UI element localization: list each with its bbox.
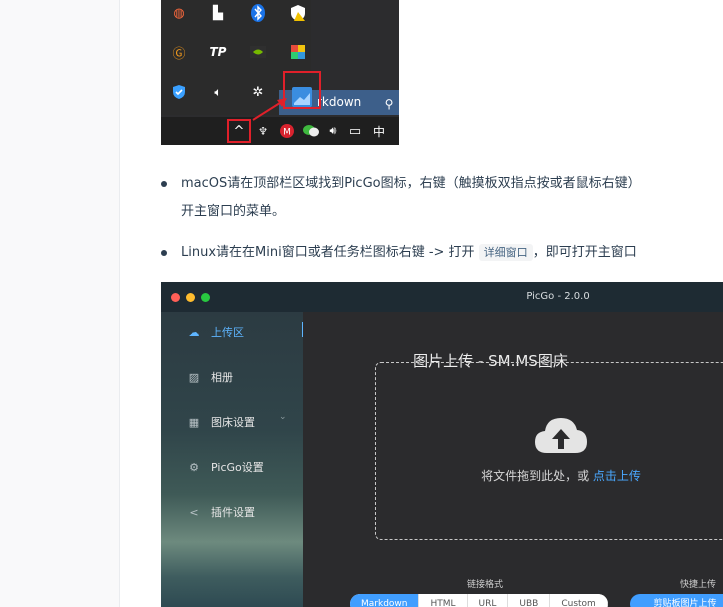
gear-icon: ⚙ (189, 460, 199, 474)
link-format-label: 链接格式 (467, 580, 504, 590)
menu-picgo-settings[interactable]: ⚙ PicGo设置 (187, 459, 264, 475)
window-title: PicGo - 2.0.0 (526, 291, 590, 302)
format-custom[interactable]: Custom (550, 594, 608, 607)
link-format-group: Markdown HTML URL UBB Custom (350, 594, 608, 607)
picgo-window: PicGo - 2.0.0 ☁ 上传区 ▨ 相册 ▦ 图床设置 ⚙ PicGo设… (161, 282, 723, 607)
bullet-text-macos-cont: 开主窗口的菜单。 (181, 204, 286, 219)
click-upload-link[interactable]: 点击上传 (593, 469, 641, 483)
menu-bed-settings[interactable]: ▦ 图床设置 (187, 414, 255, 430)
dropzone-text: 将文件拖到此处，或 点击上传 (376, 467, 723, 484)
menu-label: 插件设置 (211, 506, 255, 519)
picgo-titlebar: PicGo - 2.0.0 (161, 282, 723, 312)
bullet-text-linux-prefix: Linux请在在Mini窗口或者任务栏图标右键 -> 打开 (181, 245, 479, 260)
upload-cloud-icon: ☁ (188, 325, 200, 339)
menu-plugin-settings[interactable]: < 插件设置 (187, 504, 255, 520)
format-html[interactable]: HTML (419, 594, 468, 607)
picgo-sidebar: ☁ 上传区 ▨ 相册 ▦ 图床设置 ⚙ PicGo设置 < 插件设置 ⌄ (161, 312, 303, 607)
menu-label: 相册 (211, 371, 233, 384)
grid-icon: ▦ (188, 415, 200, 429)
clipboard-upload-button[interactable]: 剪贴板图片上传 (630, 594, 723, 607)
menu-label: 图床设置 (211, 416, 255, 429)
bullet-dot (161, 181, 167, 187)
share-icon: < (189, 505, 199, 519)
quick-upload-label: 快捷上传 (680, 580, 717, 590)
menu-upload-area[interactable]: ☁ 上传区 (187, 324, 245, 340)
format-url[interactable]: URL (467, 594, 509, 607)
bullet-dot (161, 250, 167, 256)
drop-hint: 将文件拖到此处，或 (481, 469, 590, 483)
bullet-text-macos: macOS请在顶部栏区域找到PicGo图标，右键（触摸板双指点按或者鼠标右键） (181, 176, 641, 191)
image-icon: ▨ (188, 370, 200, 384)
upload-dropzone[interactable]: 将文件拖到此处，或 点击上传 (375, 362, 723, 540)
bullet-text-linux: Linux请在在Mini窗口或者任务栏图标右键 -> 打开 详细窗口 ，即可打开主… (181, 239, 637, 267)
format-ubb[interactable]: UBB (508, 594, 551, 607)
bullet-text-linux-suffix: ，即可打开主窗口 (532, 245, 637, 260)
picgo-main: 图片上传 - SM.MS图床 将文件拖到此处，或 点击上传 链接格式 快捷上传 … (303, 312, 723, 607)
menu-gallery[interactable]: ▨ 相册 (187, 369, 233, 385)
cloud-upload-icon (535, 418, 587, 453)
chevron-down-icon: ⌄ (279, 412, 287, 422)
tray-screenshot: ◍ ▙ Ⓖ TP 🔈︎ ✲ rkdown ⚲ ^ ♆ M 🔊︎ ▭ 中 (161, 0, 399, 145)
docs-sidebar (0, 0, 120, 607)
format-markdown[interactable]: Markdown (350, 594, 420, 607)
menu-label: PicGo设置 (211, 461, 264, 474)
menu-label: 上传区 (211, 326, 244, 339)
inline-code: 详细窗口 (478, 244, 533, 261)
doc-content: ◍ ▙ Ⓖ TP 🔈︎ ✲ rkdown ⚲ ^ ♆ M 🔊︎ ▭ 中 macO… (121, 0, 723, 607)
red-arrow-icon (252, 98, 287, 121)
